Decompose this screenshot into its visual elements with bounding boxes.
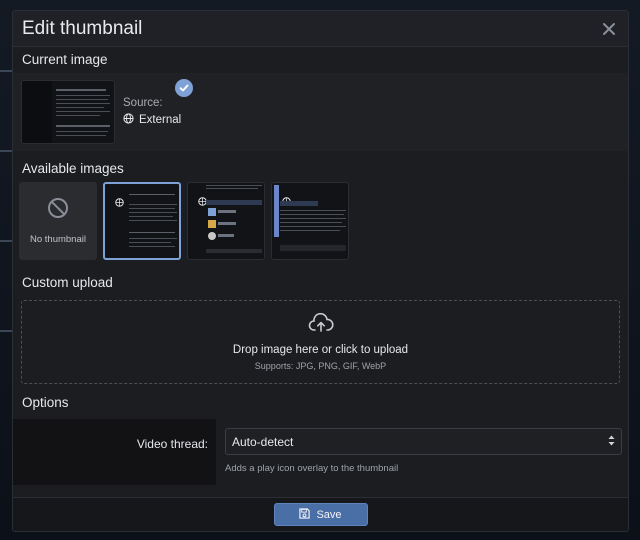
image-option-1[interactable] [103, 182, 181, 260]
save-label: Save [316, 508, 342, 521]
dialog-footer: Save [13, 497, 628, 531]
check-icon [175, 79, 193, 97]
close-icon[interactable] [598, 18, 620, 40]
image-option-3[interactable] [271, 182, 349, 260]
globe-icon [123, 113, 134, 127]
floppy-disk-icon [299, 507, 311, 522]
current-thumbnail [21, 80, 115, 144]
source-label: Source: [123, 97, 163, 109]
options-panel: Video thread: Auto-detect Adds a play ic… [13, 419, 628, 485]
current-image-row: Source: External [13, 73, 628, 151]
video-thread-value: Auto-detect [232, 434, 294, 449]
available-images-heading: Available images [22, 161, 124, 176]
cloud-upload-icon [308, 312, 334, 338]
edit-thumbnail-dialog: Edit thumbnail Current image Source: Ext… [12, 10, 629, 532]
image-option-2[interactable] [187, 182, 265, 260]
source-value-text: External [139, 114, 182, 126]
dialog-title: Edit thumbnail [22, 17, 143, 39]
video-thread-label: Video thread: [13, 419, 216, 485]
dialog-header: Edit thumbnail [13, 11, 628, 47]
custom-upload-heading: Custom upload [22, 275, 113, 290]
save-button[interactable]: Save [273, 503, 368, 526]
video-thread-hint: Adds a play icon overlay to the thumbnai… [225, 463, 399, 474]
ban-icon [47, 197, 69, 224]
upload-dropzone[interactable]: Drop image here or click to upload Suppo… [21, 300, 620, 384]
globe-icon [115, 194, 124, 212]
select-arrows-icon [608, 435, 615, 449]
upload-formats: Supports: JPG, PNG, GIF, WebP [254, 361, 387, 371]
source-info: Source: External [123, 97, 181, 127]
options-heading: Options [22, 395, 69, 410]
current-image-heading: Current image [22, 52, 108, 67]
no-thumbnail-option[interactable]: No thumbnail [19, 182, 97, 260]
available-images-list: No thumbnail [13, 79, 628, 262]
source-value: External [123, 113, 181, 127]
video-thread-select[interactable]: Auto-detect [225, 428, 622, 455]
upload-instructions: Drop image here or click to upload [232, 344, 409, 356]
no-thumbnail-label: No thumbnail [30, 234, 86, 245]
